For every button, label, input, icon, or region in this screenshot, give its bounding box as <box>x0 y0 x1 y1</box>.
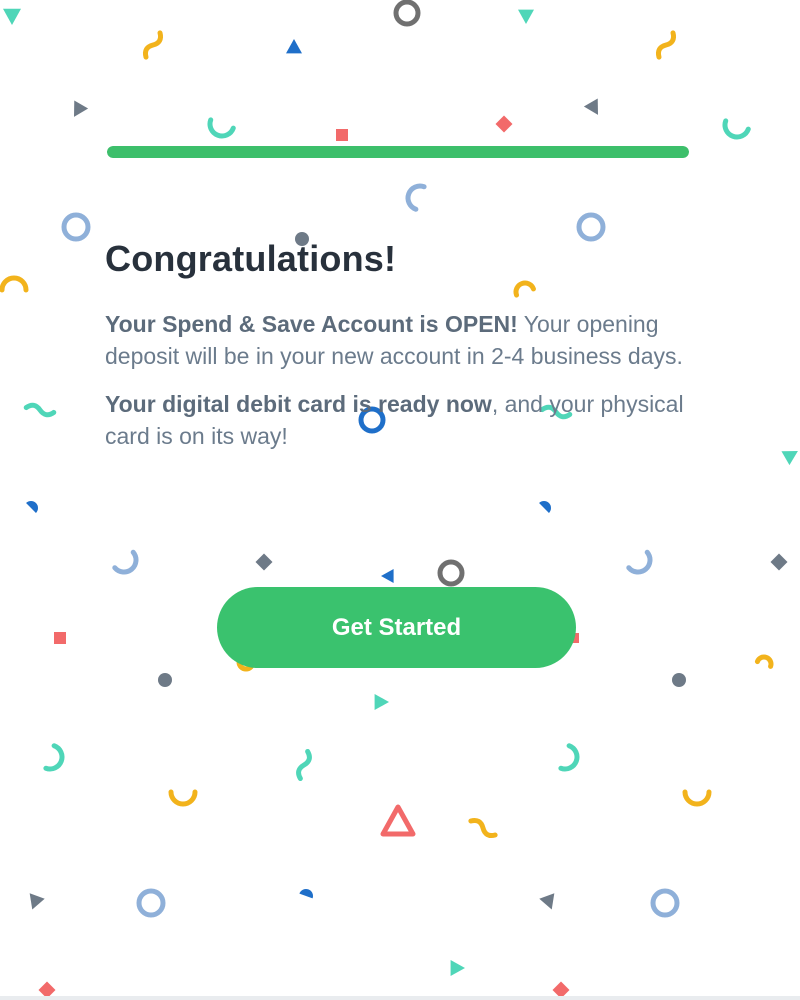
confetti-triangle <box>539 893 555 910</box>
confetti-arc <box>112 549 139 575</box>
confetti-arc <box>754 654 774 669</box>
confetti-triangle <box>450 960 465 976</box>
debit-card-highlight: Your digital debit card is ready now <box>105 391 492 417</box>
confetti-squiggle <box>468 817 498 839</box>
confetti-triangle <box>29 893 45 910</box>
confetti-diamond <box>770 553 788 571</box>
confetti-square <box>336 129 348 141</box>
confetti-triangle <box>583 98 598 115</box>
get-started-button[interactable]: Get Started <box>217 587 576 668</box>
progress-bar <box>107 146 689 158</box>
confetti-arc <box>722 118 751 140</box>
confetti-triangle <box>374 694 389 710</box>
confetti-dot <box>158 673 172 687</box>
confetti-arc <box>558 743 580 772</box>
confetti-triangle <box>518 9 534 24</box>
confetti-ring <box>136 888 166 918</box>
confetti-half-circle <box>539 501 551 513</box>
message-content: Congratulations! Your Spend & Save Accou… <box>105 238 705 468</box>
confetti-arc <box>682 789 712 807</box>
confetti-ring <box>61 212 91 242</box>
confetti-triangle <box>286 39 302 54</box>
bottom-divider <box>0 996 800 1000</box>
confetti-ring <box>576 212 606 242</box>
confetti-squiggle <box>23 402 57 418</box>
confetti-dot <box>672 673 686 687</box>
confetti-arc <box>626 549 653 575</box>
confetti-triangle <box>74 100 89 117</box>
confetti-ring <box>650 888 680 918</box>
page-title: Congratulations! <box>105 238 397 279</box>
confetti-arc <box>0 275 29 293</box>
debit-card-message: Your digital debit card is ready now, an… <box>105 388 705 452</box>
confetti-diamond <box>255 553 273 571</box>
progress-bar-fill <box>107 146 689 158</box>
confetti-arc <box>168 789 198 807</box>
confetti-outline-triangle <box>380 804 416 837</box>
confetti-squiggle <box>142 30 164 60</box>
confetti-half-circle <box>26 501 38 513</box>
confetti-arc <box>405 183 427 212</box>
confirmation-page: Congratulations! Your Spend & Save Accou… <box>0 0 800 1000</box>
confetti-triangle <box>3 8 21 25</box>
confetti-arc <box>43 743 65 772</box>
confetti-squiggle <box>296 748 312 782</box>
confetti-square <box>54 632 66 644</box>
account-open-highlight: Your Spend & Save Account is OPEN! <box>105 311 518 337</box>
confetti-diamond <box>495 115 513 133</box>
confetti-triangle <box>781 451 798 466</box>
confetti-ring <box>437 559 465 587</box>
confetti-ring <box>393 0 421 27</box>
account-open-message: Your Spend & Save Account is OPEN! Your … <box>105 308 705 372</box>
confetti-triangle <box>381 569 394 583</box>
confetti-half-circle <box>299 889 313 899</box>
confetti-arc <box>207 117 236 139</box>
confetti-squiggle <box>655 30 677 60</box>
